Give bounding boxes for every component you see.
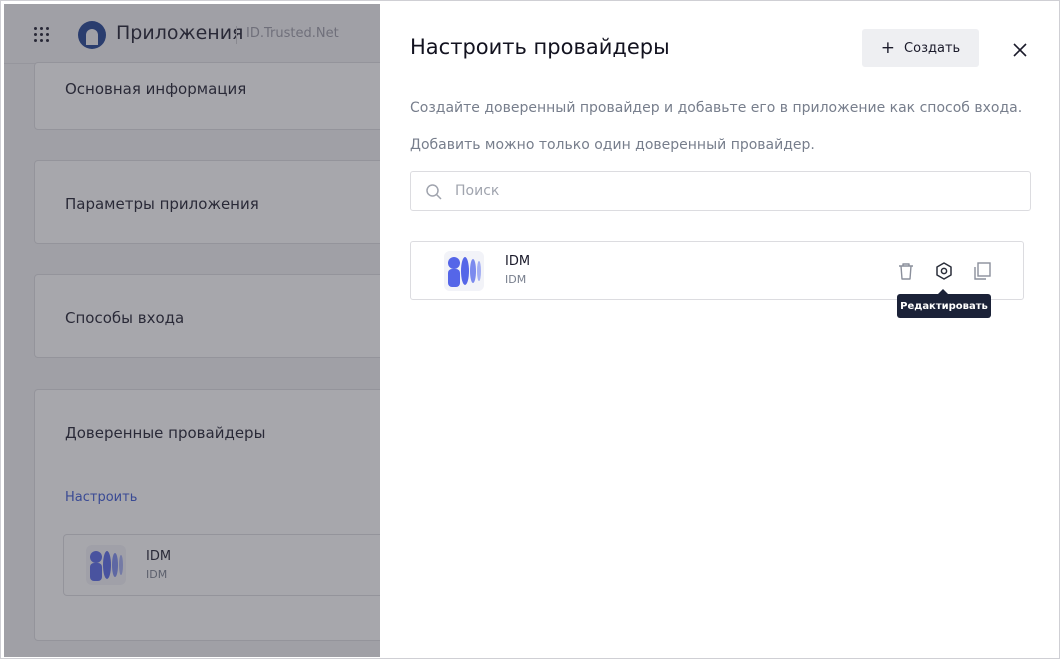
gear-icon xyxy=(936,262,952,280)
copy-button[interactable] xyxy=(971,260,993,282)
edit-button[interactable] xyxy=(933,260,955,282)
trash-icon xyxy=(899,263,913,280)
search-box[interactable] xyxy=(410,171,1031,211)
idm-logo-icon xyxy=(444,251,484,291)
provider-name: IDM xyxy=(505,254,531,269)
drawer-limit-note: Добавить можно только один доверенный пр… xyxy=(410,137,815,153)
modal-overlay[interactable] xyxy=(4,4,380,657)
delete-button[interactable] xyxy=(895,260,917,282)
create-button[interactable]: + Создать xyxy=(862,29,979,67)
provider-row[interactable]: IDM IDM xyxy=(410,241,1024,300)
search-icon xyxy=(426,184,442,200)
configure-providers-drawer: Настроить провайдеры + Создать Создайте … xyxy=(380,4,1058,657)
drawer-title: Настроить провайдеры xyxy=(410,35,670,59)
search-input[interactable] xyxy=(455,178,1015,204)
provider-type: IDM xyxy=(505,273,527,286)
copy-icon xyxy=(974,262,991,280)
close-icon xyxy=(1013,43,1027,57)
window-frame: Приложения ID.Trusted.Net Основная инфор… xyxy=(0,0,1060,659)
edit-tooltip: Редактировать xyxy=(897,289,991,318)
plus-icon: + xyxy=(880,37,896,58)
close-button[interactable] xyxy=(1008,38,1032,62)
create-button-label: Создать xyxy=(904,40,961,56)
drawer-description: Создайте доверенный провайдер и добавьте… xyxy=(410,100,1023,116)
